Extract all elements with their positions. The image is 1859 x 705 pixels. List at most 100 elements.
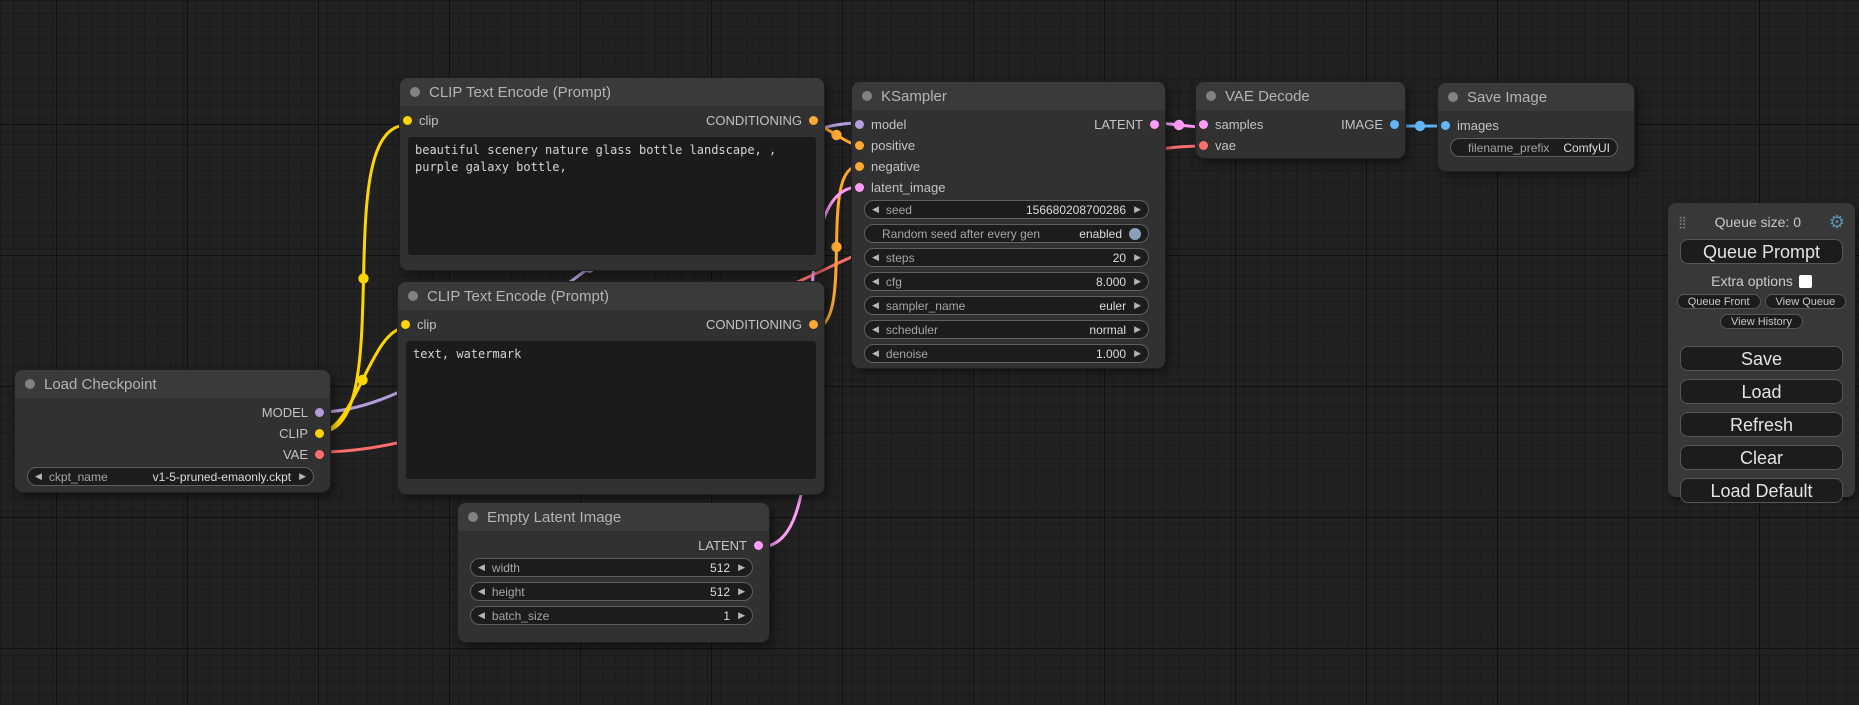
- output-port-LATENT[interactable]: [754, 541, 763, 550]
- increment-arrow[interactable]: ▶: [1134, 200, 1141, 219]
- increment-arrow[interactable]: ▶: [738, 558, 745, 577]
- prompt-textarea[interactable]: text, watermark: [406, 341, 816, 479]
- output-slot-MODEL: MODEL: [262, 405, 330, 420]
- widget-Random seed after every gen[interactable]: Random seed after every genenabled: [864, 224, 1149, 243]
- decrement-arrow[interactable]: ◀: [872, 344, 879, 363]
- node-title-label: Load Checkpoint: [44, 376, 157, 393]
- widget-ckpt_name[interactable]: ◀ckpt_namev1-5-pruned-emaonly.ckpt▶: [27, 467, 314, 486]
- input-port-latent_image[interactable]: [855, 183, 864, 192]
- gear-icon[interactable]: ⚙: [1829, 213, 1845, 231]
- node-body: modelLATENTpositivenegativelatent_image◀…: [852, 110, 1165, 363]
- node-title-bar[interactable]: Empty Latent Image: [458, 503, 769, 531]
- node-ksampler[interactable]: KSamplermodelLATENTpositivenegativelaten…: [852, 82, 1165, 368]
- input-port-clip[interactable]: [403, 116, 412, 125]
- node-load-checkpoint[interactable]: Load CheckpointMODELCLIPVAE◀ckpt_namev1-…: [15, 370, 330, 492]
- extra-options-label: Extra options: [1711, 273, 1793, 289]
- widget-sampler_name[interactable]: ◀sampler_nameeuler▶: [864, 296, 1149, 315]
- clear-button[interactable]: Clear: [1680, 445, 1843, 470]
- decrement-arrow[interactable]: ◀: [35, 467, 42, 486]
- node-title-bar[interactable]: VAE Decode: [1196, 82, 1405, 110]
- widget-label: cfg: [886, 275, 902, 289]
- input-port-positive[interactable]: [855, 141, 864, 150]
- node-title-bar[interactable]: CLIP Text Encode (Prompt): [398, 282, 824, 310]
- refresh-button[interactable]: Refresh: [1680, 412, 1843, 437]
- input-port-model[interactable]: [855, 120, 864, 129]
- increment-arrow[interactable]: ▶: [1134, 272, 1141, 291]
- link-midpoint-dot-latent-ksampler: [1174, 120, 1184, 130]
- widget-value: 1.000: [1096, 347, 1126, 361]
- decrement-arrow[interactable]: ◀: [478, 582, 485, 601]
- input-port-vae[interactable]: [1199, 141, 1208, 150]
- output-port-LATENT[interactable]: [1150, 120, 1159, 129]
- drag-handle-icon[interactable]: ⣿: [1678, 215, 1687, 229]
- decrement-arrow[interactable]: ◀: [872, 200, 879, 219]
- view-queue-button[interactable]: View Queue: [1765, 294, 1847, 309]
- link-midpoint-dot-image: [1415, 121, 1425, 131]
- node-vae-decode[interactable]: VAE DecodesamplesIMAGEvae: [1196, 82, 1405, 158]
- increment-arrow[interactable]: ▶: [299, 467, 306, 486]
- node-graph-canvas[interactable]: ⣿ Queue size: 0 ⚙ Queue Prompt Extra opt…: [0, 0, 1859, 705]
- decrement-arrow[interactable]: ◀: [872, 272, 879, 291]
- prompt-textarea[interactable]: beautiful scenery nature glass bottle la…: [408, 137, 816, 255]
- increment-arrow[interactable]: ▶: [1134, 344, 1141, 363]
- increment-arrow[interactable]: ▶: [738, 606, 745, 625]
- node-clip-text-encode-positive[interactable]: CLIP Text Encode (Prompt)clipCONDITIONIN…: [400, 78, 824, 270]
- widget-scheduler[interactable]: ◀schedulernormal▶: [864, 320, 1149, 339]
- widget-height[interactable]: ◀height512▶: [470, 582, 753, 601]
- input-port-clip[interactable]: [401, 320, 410, 329]
- node-title-bar[interactable]: Load Checkpoint: [15, 370, 330, 398]
- node-clip-text-encode-negative[interactable]: CLIP Text Encode (Prompt)clipCONDITIONIN…: [398, 282, 824, 494]
- widget-denoise[interactable]: ◀denoise1.000▶: [864, 344, 1149, 363]
- output-port-VAE[interactable]: [315, 450, 324, 459]
- node-title-bar[interactable]: KSampler: [852, 82, 1165, 110]
- decrement-arrow[interactable]: ◀: [872, 248, 879, 267]
- widgets: ◀ckpt_namev1-5-pruned-emaonly.ckpt▶: [15, 467, 330, 486]
- toggle-indicator[interactable]: [1129, 228, 1141, 240]
- extra-options-checkbox[interactable]: [1799, 275, 1812, 288]
- widget-value: 156680208700286: [1026, 203, 1126, 217]
- input-slot-samples: samples: [1196, 117, 1263, 132]
- input-label: model: [871, 117, 906, 132]
- widget-width[interactable]: ◀width512▶: [470, 558, 753, 577]
- node-title-bar[interactable]: CLIP Text Encode (Prompt): [400, 78, 824, 106]
- decrement-arrow[interactable]: ◀: [478, 558, 485, 577]
- slot-row: CLIP: [15, 423, 330, 444]
- output-label: LATENT: [698, 538, 747, 553]
- view-history-button[interactable]: View History: [1720, 314, 1803, 329]
- load-default-button[interactable]: Load Default: [1680, 478, 1843, 503]
- widget-batch_size[interactable]: ◀batch_size1▶: [470, 606, 753, 625]
- queue-front-button[interactable]: Queue Front: [1677, 294, 1761, 309]
- increment-arrow[interactable]: ▶: [1134, 248, 1141, 267]
- widget-seed[interactable]: ◀seed156680208700286▶: [864, 200, 1149, 219]
- decrement-arrow[interactable]: ◀: [872, 320, 879, 339]
- node-title-bar[interactable]: Save Image: [1438, 83, 1634, 111]
- node-save-image[interactable]: Save Imageimagesfilename_prefixComfyUI: [1438, 83, 1634, 171]
- output-port-CLIP[interactable]: [315, 429, 324, 438]
- output-port-CONDITIONING[interactable]: [809, 116, 818, 125]
- output-label: LATENT: [1094, 117, 1143, 132]
- node-body: LATENT ◀width512▶ ◀height512▶ ◀batch_size1▶: [458, 531, 769, 625]
- node-status-dot: [1206, 91, 1216, 101]
- widget-filename_prefix[interactable]: filename_prefixComfyUI: [1450, 138, 1618, 157]
- increment-arrow[interactable]: ▶: [738, 582, 745, 601]
- widget-cfg[interactable]: ◀cfg8.000▶: [864, 272, 1149, 291]
- increment-arrow[interactable]: ▶: [1134, 296, 1141, 315]
- queue-prompt-button[interactable]: Queue Prompt: [1680, 239, 1843, 264]
- input-port-images[interactable]: [1441, 121, 1450, 130]
- input-label: positive: [871, 138, 915, 153]
- input-port-negative[interactable]: [855, 162, 864, 171]
- queue-panel: ⣿ Queue size: 0 ⚙ Queue Prompt Extra opt…: [1668, 203, 1855, 497]
- decrement-arrow[interactable]: ◀: [872, 296, 879, 315]
- output-port-IMAGE[interactable]: [1390, 120, 1399, 129]
- output-port-CONDITIONING[interactable]: [809, 320, 818, 329]
- widget-steps[interactable]: ◀steps20▶: [864, 248, 1149, 267]
- node-empty-latent-image[interactable]: Empty Latent Image LATENT ◀width512▶ ◀heigh…: [458, 503, 769, 642]
- save-button[interactable]: Save: [1680, 346, 1843, 371]
- load-button[interactable]: Load: [1680, 379, 1843, 404]
- output-slot-LATENT: LATENT: [1094, 117, 1165, 132]
- increment-arrow[interactable]: ▶: [1134, 320, 1141, 339]
- input-port-samples[interactable]: [1199, 120, 1208, 129]
- decrement-arrow[interactable]: ◀: [478, 606, 485, 625]
- node-status-dot: [408, 291, 418, 301]
- output-port-MODEL[interactable]: [315, 408, 324, 417]
